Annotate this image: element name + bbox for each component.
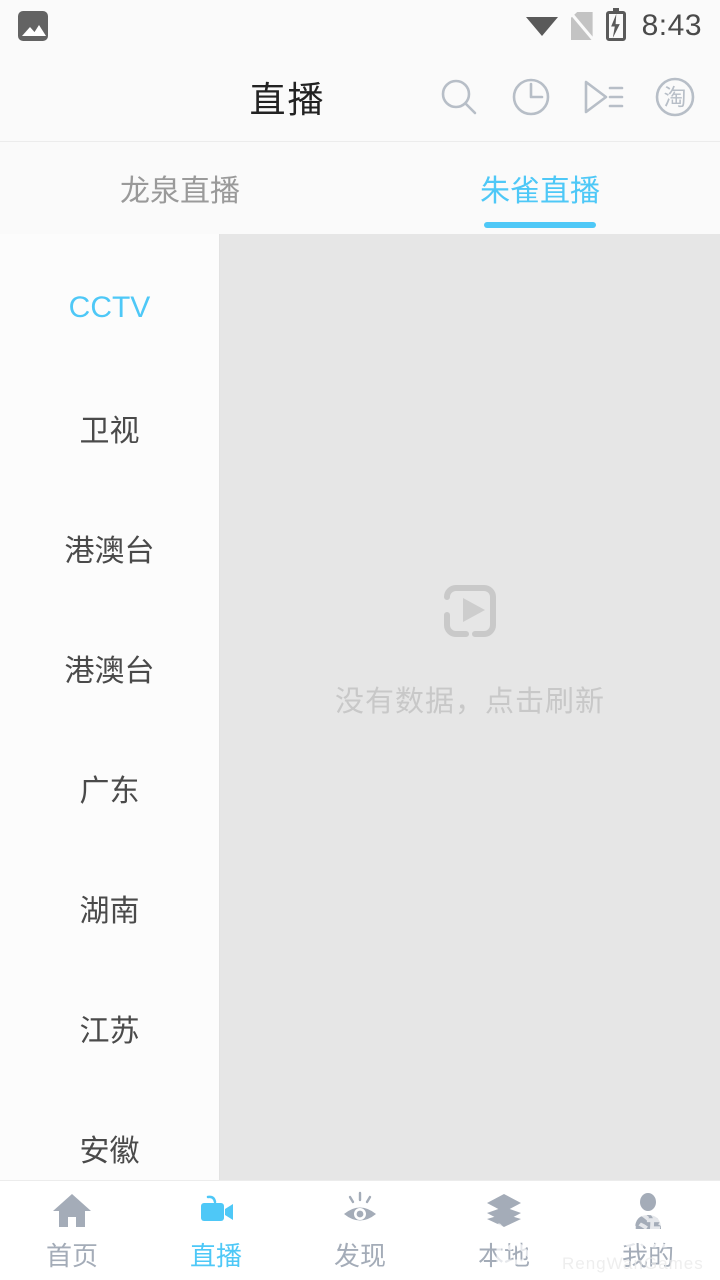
live-source-tabs: 龙泉直播 朱雀直播 [0,142,720,234]
history-clock-icon[interactable] [508,74,554,120]
sidebar-item-label: 江苏 [79,1015,140,1048]
playlist-icon[interactable] [580,74,626,120]
sidebar-item-jiangsu[interactable]: 江苏 [0,968,219,1088]
tab-active-indicator [484,222,596,228]
svg-text:淘: 淘 [664,84,687,110]
sidebar-item-label: 湖南 [79,895,140,928]
channel-list-panel[interactable]: 没有数据，点击刷新 [220,234,720,1180]
sidebar-item-label: 港澳台 [64,655,155,688]
sidebar-item-cctv[interactable]: CCTV [0,248,219,368]
status-bar: 8:43 [0,0,720,52]
nav-label: 首页 [45,1240,98,1271]
nav-item-live[interactable]: 直播 [144,1189,288,1273]
app-root: 8:43 直播 淘 龙泉直播 朱雀直播 CCTV 卫视 港澳台 港澳台 广东 湖… [0,0,720,1280]
header-actions: 淘 [436,74,720,120]
search-icon[interactable] [436,74,482,120]
nav-item-home[interactable]: 首页 [0,1189,144,1273]
nav-item-mine[interactable]: 我的 [576,1189,720,1273]
battery-charging-icon [605,8,626,41]
nav-label: 本地 [477,1240,530,1271]
content-area: CCTV 卫视 港澳台 港澳台 广东 湖南 江苏 安徽 没有数据，点击刷新 [0,234,720,1180]
person-icon [627,1189,669,1231]
sidebar-item-gangaotai-1[interactable]: 港澳台 [0,488,219,608]
empty-state-message: 没有数据，点击刷新 [334,686,605,718]
sidebar-item-hunan[interactable]: 湖南 [0,848,219,968]
status-bar-right: 8:43 [525,8,702,43]
sidebar-item-guangdong[interactable]: 广东 [0,728,219,848]
home-icon [51,1189,93,1231]
category-sidebar[interactable]: CCTV 卫视 港澳台 港澳台 广东 湖南 江苏 安徽 [0,234,220,1180]
empty-state[interactable]: 没有数据，点击刷新 [335,574,605,720]
nav-item-discover[interactable]: 发现 [288,1189,432,1273]
sidebar-item-label: 港澳台 [64,535,155,568]
status-bar-left [18,11,48,41]
sidebar-item-label: 广东 [79,775,140,808]
video-placeholder-icon [433,574,507,648]
eye-discover-icon [339,1189,381,1231]
layers-icon [483,1189,525,1231]
wifi-icon [525,14,558,38]
image-icon [18,11,48,41]
tab-longquan[interactable]: 龙泉直播 [0,142,360,234]
no-sim-icon [571,12,593,40]
sidebar-item-gangaotai-2[interactable]: 港澳台 [0,608,219,728]
tab-label: 龙泉直播 [120,175,240,208]
video-camera-icon [195,1189,237,1231]
tao-badge-icon[interactable]: 淘 [652,74,698,120]
sidebar-item-anhui[interactable]: 安徽 [0,1088,219,1180]
tab-zhuque[interactable]: 朱雀直播 [360,142,720,234]
sidebar-item-label: CCTV [68,291,151,324]
sidebar-item-weishi[interactable]: 卫视 [0,368,219,488]
nav-item-local[interactable]: 本地 [432,1189,576,1273]
sidebar-item-label: 安徽 [79,1135,140,1168]
app-header: 直播 淘 [0,52,720,142]
nav-label: 我的 [621,1240,674,1271]
bottom-navigation: 首页 直播 发现 本地 我的 [0,1180,720,1280]
nav-label: 直播 [189,1240,242,1271]
nav-label: 发现 [333,1240,386,1271]
status-bar-time: 8:43 [641,9,702,42]
sidebar-item-label: 卫视 [79,415,140,448]
tab-label: 朱雀直播 [480,175,600,208]
